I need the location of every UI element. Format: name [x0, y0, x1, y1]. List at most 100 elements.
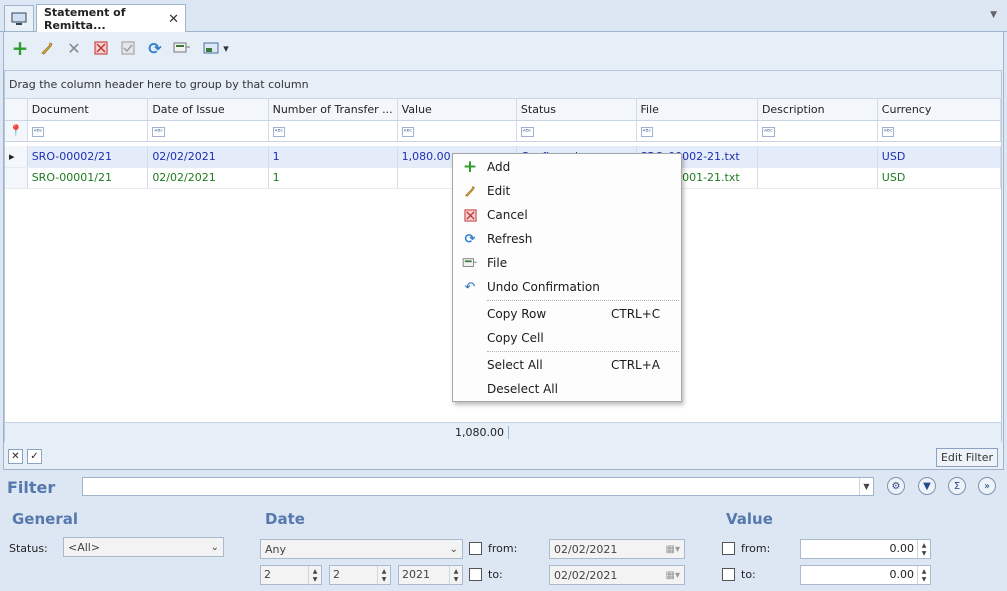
menu-item-file[interactable]: File [453, 252, 681, 274]
column-header-currency[interactable]: Currency [877, 99, 1002, 121]
status-value: <All> [68, 540, 101, 554]
spin-icon[interactable]: ▲ ▼ [308, 566, 321, 586]
close-icon[interactable]: ✕ [168, 12, 179, 27]
section-title-date: Date [265, 510, 305, 528]
menu-item-undo-confirmation[interactable]: ↶ Undo Confirmation [453, 276, 681, 298]
edit-filter-button[interactable]: Edit Filter [935, 448, 998, 467]
cell-description[interactable] [757, 167, 878, 189]
filter-cell-file[interactable]: ᴬᴮᶜ [636, 120, 758, 142]
edit-icon[interactable] [37, 38, 57, 58]
cell-document[interactable]: SRO-00001/21 [27, 167, 149, 189]
status-select[interactable]: <All> ⌄ [63, 537, 224, 557]
spin-icon[interactable]: ▲ ▼ [917, 540, 930, 560]
edit-icon [453, 184, 487, 198]
menu-item-copy-cell[interactable]: Copy Cell [453, 327, 681, 349]
menu-separator [487, 300, 679, 301]
value-to-stepper[interactable]: 0.00 ▲ ▼ [800, 565, 931, 586]
undo-icon: ↶ [464, 279, 476, 295]
date-year-value: 2021 [402, 568, 430, 581]
menu-item-label: Cancel [487, 208, 528, 222]
gear-icon[interactable]: ⚙ [887, 477, 905, 495]
column-header-number-of-transfer[interactable]: Number of Transfer ... [268, 99, 398, 121]
menu-item-select-all[interactable]: Select All CTRL+A [453, 354, 681, 376]
chevron-down-icon[interactable]: ▼ [859, 478, 873, 495]
cell-number[interactable]: 1 [268, 167, 398, 189]
column-header-document[interactable]: Document [27, 99, 149, 121]
date-to-checkbox[interactable] [469, 568, 482, 581]
cell-currency[interactable]: USD [877, 146, 1002, 168]
text-filter-icon: ᴬᴮᶜ [272, 127, 286, 137]
cell-description[interactable] [757, 146, 878, 168]
export-icon[interactable]: ▾ [199, 38, 233, 58]
delete-icon[interactable]: ✕ [64, 38, 84, 58]
menu-item-label: Add [487, 160, 511, 174]
menu-item-deselect-all[interactable]: Deselect All [453, 378, 681, 400]
date-from-input[interactable]: 02/02/2021 ▦▾ [549, 539, 685, 559]
filter-cell-value[interactable]: ᴬᴮᶜ [397, 120, 517, 142]
home-tab[interactable] [4, 5, 34, 31]
column-header-description[interactable]: Description [757, 99, 878, 121]
tab-title: Statement of Remitta... [44, 6, 126, 32]
cell-number[interactable]: 1 [268, 146, 398, 168]
refresh-icon[interactable]: ⟳ [145, 38, 165, 58]
spin-icon[interactable]: ▲ ▼ [377, 566, 390, 586]
filter-cell-date[interactable]: ᴬᴮᶜ [147, 120, 269, 142]
text-filter-icon: ᴬᴮᶜ [761, 127, 775, 137]
date-from-checkbox[interactable] [469, 542, 482, 555]
filter-cell-number[interactable]: ᴬᴮᶜ [268, 120, 398, 142]
menu-item-add[interactable]: + Add [453, 156, 681, 178]
date-mode-select[interactable]: Any ⌄ [260, 539, 463, 559]
cell-date[interactable]: 02/02/2021 [147, 167, 269, 189]
expand-icon[interactable]: » [978, 477, 996, 495]
confirm-icon[interactable] [118, 38, 138, 58]
value-from-checkbox[interactable] [722, 542, 735, 555]
file-icon[interactable] [172, 38, 192, 58]
row-indicator [5, 167, 28, 189]
filter-cell-document[interactable]: ᴬᴮᶜ [27, 120, 149, 142]
funnel-icon[interactable]: ▼ [918, 477, 936, 495]
enable-filter-checkbox[interactable]: ✓ [27, 449, 42, 464]
value-to-label: to: [741, 568, 756, 581]
cell-currency[interactable]: USD [877, 167, 1002, 189]
value-from-stepper[interactable]: 0.00 ▲ ▼ [800, 539, 931, 560]
clear-filter-icon[interactable]: ✕ [8, 449, 23, 464]
column-header-status[interactable]: Status [516, 99, 637, 121]
pin-icon[interactable]: 📍 [5, 120, 28, 142]
date-number-1-stepper[interactable]: 2 ▲ ▼ [260, 565, 322, 586]
sigma-icon[interactable]: Σ [948, 477, 966, 495]
value-to-checkbox[interactable] [722, 568, 735, 581]
menu-item-cancel[interactable]: Cancel [453, 204, 681, 226]
filter-cell-status[interactable]: ᴬᴮᶜ [516, 120, 637, 142]
menu-item-copy-row[interactable]: Copy Row CTRL+C [453, 303, 681, 325]
calendar-icon[interactable]: ▦▾ [666, 544, 680, 555]
filter-cell-currency[interactable]: ᴬᴮᶜ [877, 120, 1002, 142]
add-icon[interactable]: + [10, 36, 30, 60]
cell-date[interactable]: 02/02/2021 [147, 146, 269, 168]
menu-item-shortcut: CTRL+A [611, 358, 660, 372]
menu-item-label: Refresh [487, 232, 533, 246]
column-header-date-of-issue[interactable]: Date of Issue [147, 99, 269, 121]
cell-document[interactable]: SRO-00002/21 [27, 146, 149, 168]
text-filter-icon: ᴬᴮᶜ [31, 127, 45, 137]
menu-item-refresh[interactable]: ⟳ Refresh [453, 228, 681, 250]
text-filter-icon: ᴬᴮᶜ [401, 127, 415, 137]
chevron-down-icon[interactable]: ▼ [990, 10, 997, 20]
date-number-2-stepper[interactable]: 2 ▲ ▼ [329, 565, 391, 586]
row-indicator-header [5, 99, 28, 121]
filter-cell-description[interactable]: ᴬᴮᶜ [757, 120, 878, 142]
calendar-icon[interactable]: ▦▾ [666, 570, 680, 581]
menu-item-edit[interactable]: Edit [453, 180, 681, 202]
context-menu: + Add Edit Cancel ⟳ Refresh File ↶ Undo … [452, 153, 682, 402]
column-header-value[interactable]: Value [397, 99, 517, 121]
filter-input[interactable] [82, 477, 874, 496]
spin-icon[interactable]: ▲ ▼ [449, 566, 462, 586]
column-header-file[interactable]: File [636, 99, 758, 121]
group-by-panel[interactable]: Drag the column header here to group by … [5, 71, 1001, 99]
spin-icon[interactable]: ▲ ▼ [917, 566, 930, 586]
date-to-input[interactable]: 02/02/2021 ▦▾ [549, 565, 685, 585]
tab-statement-of-remittance[interactable]: Statement of Remitta... ✕ [36, 4, 186, 33]
chevron-down-icon[interactable]: ▾ [223, 42, 229, 55]
cancel-icon[interactable] [91, 38, 111, 58]
section-title-general: General [12, 510, 78, 528]
date-year-stepper[interactable]: 2021 ▲ ▼ [398, 565, 463, 586]
